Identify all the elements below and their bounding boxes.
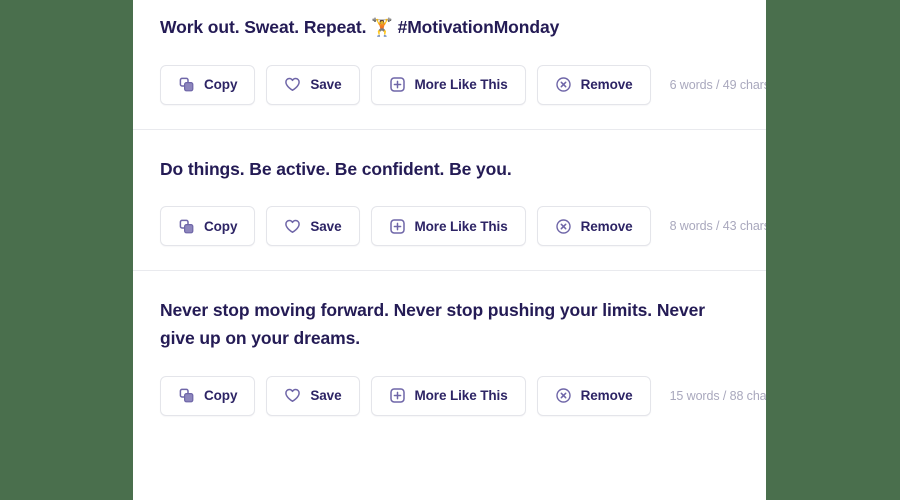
copy-icon xyxy=(178,218,195,235)
remove-button-label: Remove xyxy=(580,77,633,93)
result-text-after-emoji: #MotivationMonday xyxy=(392,17,560,37)
remove-button[interactable]: Remove xyxy=(536,64,651,105)
result-actions: Copy Save More Like This xyxy=(160,206,766,247)
result-actions: Copy Save More Like This xyxy=(160,64,766,105)
close-circle-icon xyxy=(555,76,572,93)
close-circle-icon xyxy=(555,218,572,235)
result-meta: 6 words / 49 chars xyxy=(669,77,766,92)
save-button-label: Save xyxy=(310,218,342,234)
result-meta: 8 words / 43 chars xyxy=(669,219,766,234)
weightlifter-emoji: 🏋 xyxy=(371,18,393,38)
remove-button[interactable]: Remove xyxy=(536,206,651,247)
results-panel: Work out. Sweat. Repeat. 🏋 #MotivationMo… xyxy=(133,0,766,500)
more-like-this-button-label: More Like This xyxy=(414,388,508,404)
heart-icon xyxy=(284,387,301,404)
remove-button[interactable]: Remove xyxy=(536,375,651,416)
more-like-this-button-label: More Like This xyxy=(414,77,508,93)
copy-button[interactable]: Copy xyxy=(160,206,256,247)
result-text: Never stop moving forward. Never stop pu… xyxy=(160,297,739,353)
copy-button[interactable]: Copy xyxy=(160,375,256,416)
copy-button-label: Copy xyxy=(204,218,238,234)
remove-button-label: Remove xyxy=(580,388,633,404)
save-button[interactable]: Save xyxy=(266,64,360,105)
results-list: Work out. Sweat. Repeat. 🏋 #MotivationMo… xyxy=(133,0,766,440)
result-text-before-emoji: Do things. Be active. Be confident. Be y… xyxy=(160,158,512,179)
copy-button-label: Copy xyxy=(204,388,238,404)
copy-button-label: Copy xyxy=(204,77,238,93)
page-background: Work out. Sweat. Repeat. 🏋 #MotivationMo… xyxy=(0,0,900,500)
heart-icon xyxy=(284,76,301,93)
save-button-label: Save xyxy=(310,388,342,404)
plus-square-icon xyxy=(389,218,406,235)
result-text-before-emoji: Never stop moving forward. Never stop pu… xyxy=(160,300,705,348)
save-button-label: Save xyxy=(310,77,342,93)
copy-icon xyxy=(178,76,195,93)
more-like-this-button-label: More Like This xyxy=(414,218,508,234)
remove-button-label: Remove xyxy=(580,218,633,234)
plus-square-icon xyxy=(389,76,406,93)
result-actions: Copy Save More Like This xyxy=(160,375,766,416)
more-like-this-button[interactable]: More Like This xyxy=(370,206,526,247)
copy-icon xyxy=(178,387,195,404)
result-card: Work out. Sweat. Repeat. 🏋 #MotivationMo… xyxy=(133,0,766,130)
plus-square-icon xyxy=(389,387,406,404)
more-like-this-button[interactable]: More Like This xyxy=(370,64,526,105)
heart-icon xyxy=(284,218,301,235)
result-card: Do things. Be active. Be confident. Be y… xyxy=(133,130,766,272)
result-card: Never stop moving forward. Never stop pu… xyxy=(133,271,766,439)
result-text: Do things. Be active. Be confident. Be y… xyxy=(160,156,739,185)
more-like-this-button[interactable]: More Like This xyxy=(370,375,526,416)
result-meta: 15 words / 88 chars xyxy=(669,388,766,403)
copy-button[interactable]: Copy xyxy=(160,64,256,105)
result-text-before-emoji: Work out. Sweat. Repeat. xyxy=(160,17,372,37)
save-button[interactable]: Save xyxy=(266,375,360,416)
save-button[interactable]: Save xyxy=(266,206,360,247)
close-circle-icon xyxy=(555,387,572,404)
result-text: Work out. Sweat. Repeat. 🏋 #MotivationMo… xyxy=(160,14,739,43)
